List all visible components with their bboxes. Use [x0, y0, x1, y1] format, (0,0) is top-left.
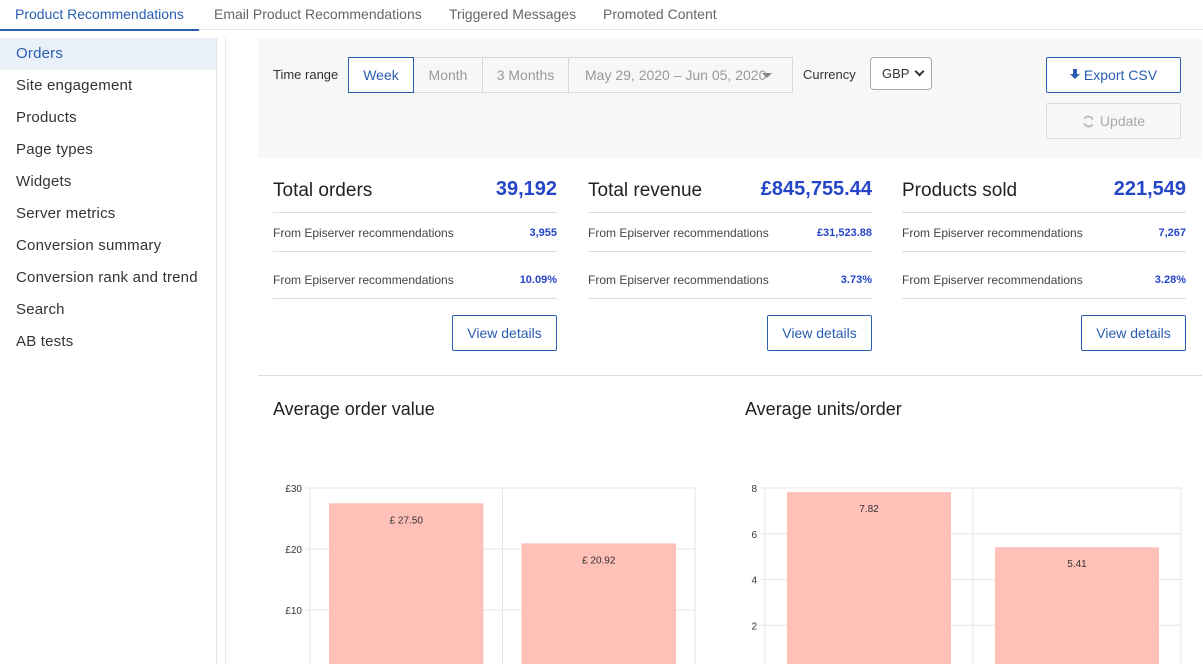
update-button[interactable]: Update [1046, 103, 1181, 139]
time-range-label: Time range [273, 67, 339, 82]
card-divider [588, 251, 872, 252]
card-divider [902, 251, 1186, 252]
top-tab-bar: Product Recommendations Email Product Re… [0, 0, 1203, 31]
bar-data-label: 7.82 [859, 504, 879, 515]
view-details-button[interactable]: View details [1081, 315, 1186, 351]
sidebar-item-products[interactable]: Products [0, 102, 216, 134]
caret-down-icon [762, 73, 772, 78]
bar-data-label: 5.41 [1067, 559, 1087, 570]
export-csv-label: Export CSV [1083, 67, 1158, 83]
y-tick-label: £10 [285, 606, 302, 617]
bar [787, 492, 951, 664]
tab-product-recommendations[interactable]: Product Recommendations [0, 0, 199, 31]
card-divider [273, 251, 557, 252]
card-divider [273, 212, 557, 213]
download-icon [1069, 69, 1080, 79]
date-range-picker[interactable]: May 29, 2020 – Jun 05, 2020 [568, 57, 793, 93]
y-tick-label: £20 [285, 545, 302, 556]
bar-chart-svg: £0£10£20£30£ 27.50inc. Episerver£ 20.92e… [285, 484, 696, 664]
chart-average-units-order: 024687.82inc. Episerver5.41exc. Episerve… [745, 438, 1185, 664]
card-row-value: £31,523.88 [816, 227, 872, 239]
card-total-value: 39,192 [495, 178, 557, 200]
currency-value: GBP [882, 66, 910, 81]
card-row-label: From Episerver recommendations [902, 273, 1083, 287]
section-divider [258, 375, 1202, 376]
currency-select[interactable]: GBP [870, 57, 932, 90]
y-tick-label: 4 [751, 576, 757, 587]
sidebar: Orders Site engagement Products Page typ… [0, 38, 217, 664]
card-divider [902, 298, 1186, 299]
update-label: Update [1099, 113, 1146, 129]
filter-bar: Time range Week Month 3 Months May 29, 2… [258, 38, 1202, 158]
sidebar-item-orders[interactable]: Orders [0, 38, 216, 70]
y-tick-label: 6 [751, 530, 757, 541]
sidebar-item-server-metrics[interactable]: Server metrics [0, 198, 216, 230]
card-row-value: 10.09% [519, 274, 557, 286]
card-title: Products sold [902, 180, 1018, 201]
main-content: Time range Week Month 3 Months May 29, 2… [225, 38, 1203, 664]
card-divider [588, 298, 872, 299]
range-week-button[interactable]: Week [348, 57, 414, 93]
card-row-value: 7,267 [1158, 227, 1186, 239]
card-row-value: 3,955 [529, 227, 557, 239]
y-tick-label: 2 [751, 621, 757, 632]
bar-data-label: £ 20.92 [582, 555, 616, 566]
card-divider [902, 212, 1186, 213]
date-range-value: May 29, 2020 – Jun 05, 2020 [585, 67, 767, 83]
y-tick-label: 8 [751, 484, 757, 495]
export-csv-button[interactable]: Export CSV [1046, 57, 1181, 93]
currency-label: Currency [803, 67, 856, 82]
tab-email-product-recommendations[interactable]: Email Product Recommendations [214, 0, 422, 30]
y-tick-label: £30 [285, 484, 302, 495]
bar-data-label: £ 27.50 [390, 515, 424, 526]
card-row-value: 3.73% [840, 274, 872, 286]
tab-promoted-content[interactable]: Promoted Content [603, 0, 717, 30]
sidebar-item-ab-tests[interactable]: AB tests [0, 326, 216, 358]
range-3-months-button[interactable]: 3 Months [482, 57, 569, 93]
card-total-value: £845,755.44 [760, 178, 872, 200]
card-divider [273, 298, 557, 299]
card-title: Total orders [273, 180, 373, 201]
card-row-label: From Episerver recommendations [588, 273, 769, 287]
card-divider [588, 212, 872, 213]
card-total-value: 221,549 [1113, 178, 1186, 200]
sidebar-item-widgets[interactable]: Widgets [0, 166, 216, 198]
view-details-button[interactable]: View details [452, 315, 557, 351]
refresh-icon [1083, 115, 1094, 128]
kpi-card-total-revenue: Total revenue £845,755.44 From Episerver… [588, 176, 872, 356]
sidebar-item-conversion-rank-and-trend[interactable]: Conversion rank and trend [0, 262, 216, 294]
card-title: Total revenue [588, 180, 703, 201]
card-row-label: From Episerver recommendations [273, 226, 454, 240]
view-details-button[interactable]: View details [767, 315, 872, 351]
card-row-label: From Episerver recommendations [588, 226, 769, 240]
bar-chart-svg: 024687.82inc. Episerver5.41exc. Episerve… [751, 484, 1182, 664]
sidebar-item-conversion-summary[interactable]: Conversion summary [0, 230, 216, 262]
card-row-value: 3.28% [1154, 274, 1186, 286]
kpi-card-products-sold: Products sold 221,549 From Episerver rec… [902, 176, 1186, 356]
card-row-label: From Episerver recommendations [273, 273, 454, 287]
chevron-down-icon [914, 66, 925, 77]
kpi-card-total-orders: Total orders 39,192 From Episerver recom… [273, 176, 557, 356]
chart-average-order-value: £0£10£20£30£ 27.50inc. Episerver£ 20.92e… [273, 438, 703, 664]
sidebar-item-page-types[interactable]: Page types [0, 134, 216, 166]
sidebar-item-site-engagement[interactable]: Site engagement [0, 70, 216, 102]
chart-title-average-order-value: Average order value [273, 399, 435, 419]
range-month-button[interactable]: Month [413, 57, 483, 93]
chart-title-average-units-order: Average units/order [745, 399, 902, 419]
sidebar-item-search[interactable]: Search [0, 294, 216, 326]
card-row-label: From Episerver recommendations [902, 226, 1083, 240]
tab-triggered-messages[interactable]: Triggered Messages [449, 0, 576, 30]
bar [329, 503, 484, 664]
